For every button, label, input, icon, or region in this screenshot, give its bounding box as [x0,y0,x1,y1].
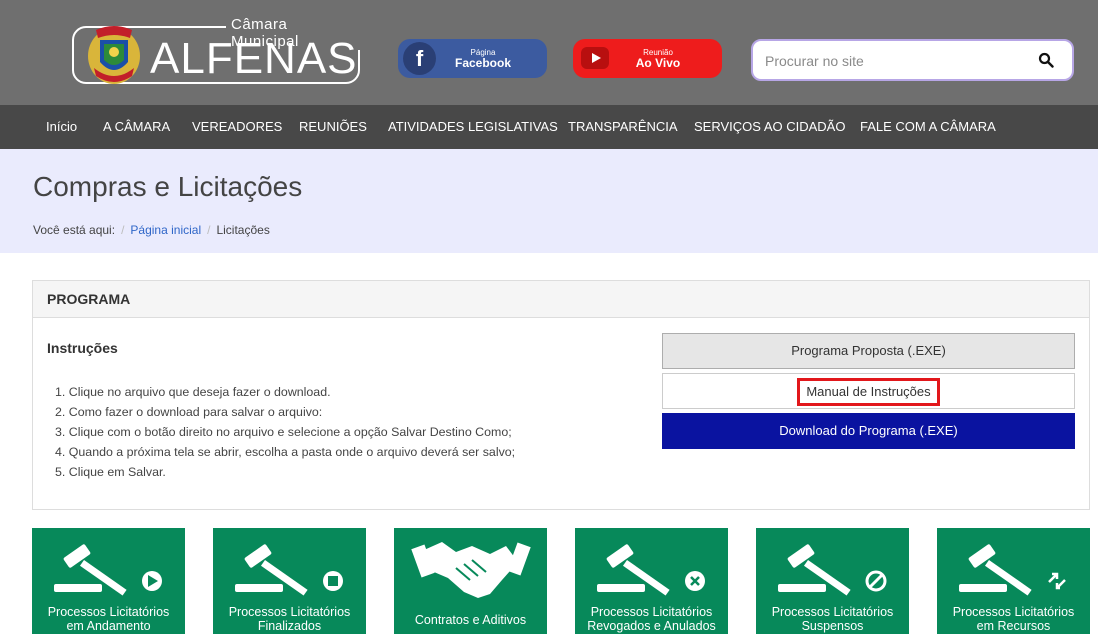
coat-of-arms-icon [88,26,140,84]
page-title: Compras e Licitações [33,171,303,202]
tile-label-line1: Processos Licitatórios [590,605,713,619]
instruction-step: 3. Clique com o botão direito no arquivo… [55,425,512,439]
live-button-label: Ao Vivo [635,56,681,70]
tile-label-line1: Processos Licitatórios [952,605,1075,619]
youtube-icon [581,47,609,69]
nav-item-atividades-legislativas[interactable]: ATIVIDADES LEGISLATIVAS [388,119,558,134]
nav-item-fale-com-a-camara[interactable]: FALE COM A CÂMARA [860,119,996,134]
tile-processos-em-recursos[interactable]: Processos Licitatórios em Recursos [937,528,1090,634]
page-title-band: Compras e Licitações Você está aqui: / Pág… [0,149,1098,253]
tile-label-line2: Finalizados [257,619,322,633]
search-icon[interactable] [1038,52,1054,68]
tile-processos-em-andamento[interactable]: Processos Licitatórios em Andamento [32,528,185,634]
tile-label-line1: Contratos e Aditivos [414,613,527,627]
instruction-step: 2. Como fazer o download para salvar o a… [55,405,323,419]
site-header: Câmara Municipal ALFENAS f Página Facebo… [0,0,1098,105]
breadcrumb-home-link[interactable]: Página inicial [130,223,201,237]
tile-label-line2: em Recursos [976,619,1051,633]
breadcrumb-separator: / [121,223,125,237]
nav-item-reunioes[interactable]: REUNIÕES [299,119,367,134]
tile-processos-revogados-anulados[interactable]: Processos Licitatórios Revogados e Anula… [575,528,728,634]
facebook-page-button[interactable]: f Página Facebook [398,39,547,78]
tile-label-line2: Suspensos [801,619,864,633]
tile-contratos-e-aditivos[interactable]: Contratos e Aditivos [394,528,547,634]
nav-item-inicio[interactable]: Início [46,119,77,134]
facebook-button-label: Facebook [454,56,511,70]
nav-item-a-camara[interactable]: A CÂMARA [103,119,170,134]
instruction-step: 4. Quando a próxima tela se abrir, escol… [55,445,516,459]
tile-label-line1: Processos Licitatórios [47,605,170,619]
breadcrumb-separator: / [207,223,211,237]
nav-item-servicos-ao-cidadao[interactable]: SERVIÇOS AO CIDADÃO [694,119,845,134]
live-meeting-button[interactable]: Reunião Ao Vivo [573,39,722,78]
search-input[interactable] [765,51,1025,71]
nav-item-vereadores[interactable]: VEREADORES [192,119,282,134]
manual-instrucoes-label: Manual de Instruções [797,378,940,406]
tile-processos-finalizados[interactable]: Processos Licitatórios Finalizados [213,528,366,634]
tile-label-line1: Processos Licitatórios [771,605,894,619]
breadcrumb-current: Licitações [216,223,270,237]
tile-processos-suspensos[interactable]: Processos Licitatórios Suspensos [756,528,909,634]
instructions-title: Instruções [47,340,118,356]
programa-proposta-button[interactable]: Programa Proposta (.EXE) [662,333,1075,369]
program-panel: PROGRAMA Instruções 1. Clique no arquivo… [32,280,1090,510]
instruction-step: 1. Clique no arquivo que deseja fazer o … [55,385,331,399]
tile-label-line1: Processos Licitatórios [228,605,351,619]
main-navigation: Início A CÂMARA VEREADORES REUNIÕES ATIV… [0,105,1098,149]
search-box [751,39,1074,81]
panel-heading: PROGRAMA [47,291,131,307]
instruction-step: 5. Clique em Salvar. [55,465,166,479]
instructions-list: 1. Clique no arquivo que deseja fazer o … [55,382,515,482]
panel-header: PROGRAMA [33,281,1089,318]
manual-instrucoes-button[interactable]: Manual de Instruções [662,373,1075,409]
site-logo[interactable]: Câmara Municipal ALFENAS [72,16,360,88]
logo-title: ALFENAS [150,34,358,83]
tile-label-line2: Revogados e Anulados [587,619,716,633]
tile-label-line2: em Andamento [66,619,151,633]
breadcrumb-prefix: Você está aqui: [33,223,116,237]
nav-item-transparencia[interactable]: TRANSPARÊNCIA [568,119,678,134]
download-programa-button[interactable]: Download do Programa (.EXE) [662,413,1075,449]
facebook-icon: f [403,42,436,75]
breadcrumb: Você está aqui: / Página inicial / Licitaçõe… [33,223,270,237]
